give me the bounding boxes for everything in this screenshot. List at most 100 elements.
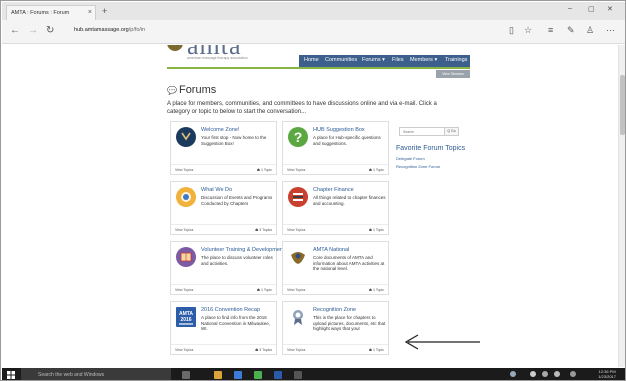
view-topics-link[interactable]: View Topics bbox=[287, 228, 305, 232]
search-input[interactable] bbox=[400, 128, 444, 135]
forum-footer: View Topics ☗ 3 Topics bbox=[171, 224, 276, 234]
browser-tab[interactable]: AMTA : Forums : Forum × bbox=[6, 5, 96, 20]
hub-menu-icon[interactable]: ≡ bbox=[548, 25, 553, 35]
forum-title[interactable]: Welcome Zone! bbox=[201, 127, 239, 133]
browser-window: AMTA : Forums : Forum × + – ▢ ✕ ← → ↻ hu… bbox=[0, 0, 626, 381]
forum-card-what-we-do[interactable]: What We Do Discussion of Events and Prog… bbox=[170, 181, 277, 235]
reading-view-icon[interactable]: ▯ bbox=[509, 25, 514, 36]
amta-emblem-icon bbox=[288, 247, 308, 267]
favorite-topic-link[interactable]: Delegate Forum bbox=[396, 156, 425, 161]
taskbar-clock[interactable]: 12:36 PM 1/23/2017 bbox=[598, 369, 616, 379]
edge-browser-icon[interactable] bbox=[234, 371, 242, 379]
forum-description: A place for Hub-specific questions and s… bbox=[313, 135, 381, 146]
logo-subtitle: american massage therapy association bbox=[187, 56, 248, 60]
volume-tray-icon[interactable] bbox=[542, 371, 548, 377]
view-streams-button[interactable]: View Streams bbox=[436, 70, 470, 78]
forum-footer: View Topics ☗ 3 Topics bbox=[171, 344, 276, 354]
forum-description: The place to discuss volunteer roles and… bbox=[201, 255, 273, 266]
minimize-button[interactable]: – bbox=[568, 5, 572, 12]
page-scrollbar[interactable] bbox=[618, 45, 625, 367]
close-tab-icon[interactable]: × bbox=[88, 6, 92, 20]
topic-count: ☗ 3 Topics bbox=[255, 348, 272, 352]
forum-card-chapter-finance[interactable]: Chapter Finance All things related to ch… bbox=[282, 181, 389, 235]
windows-taskbar: Search the web and Windows 12:36 PM 1/23… bbox=[2, 368, 625, 380]
forum-card-volunteer-training[interactable]: Volunteer Training & Development The pla… bbox=[170, 241, 284, 295]
forum-title[interactable]: 2016 Convention Recap bbox=[201, 307, 260, 313]
browser-toolbar: ← → ↻ hub.amtamassage.org/p/fo/in ▯ ☆ ≡ … bbox=[2, 20, 625, 44]
windows-start-icon[interactable] bbox=[7, 371, 15, 379]
store-icon[interactable] bbox=[254, 371, 262, 379]
view-topics-link[interactable]: View Topics bbox=[287, 348, 305, 352]
word-icon[interactable] bbox=[274, 371, 282, 379]
forum-card-welcome-zone[interactable]: Welcome Zone! Your first stop - Now home… bbox=[170, 121, 277, 175]
topic-count: ☗ 1 Topic bbox=[256, 288, 272, 292]
forum-description: Core documents of AMTA and information a… bbox=[313, 255, 385, 272]
view-topics-link[interactable]: View Topics bbox=[175, 288, 193, 292]
close-window-button[interactable]: ✕ bbox=[607, 5, 613, 13]
forum-title[interactable]: AMTA National bbox=[313, 247, 349, 253]
topic-count: ☗ 1 Topic bbox=[256, 168, 272, 172]
comments-icon: 💬 bbox=[167, 86, 177, 95]
address-path: /p/fo/in bbox=[128, 27, 146, 33]
forum-description: All things related to chapter finances a… bbox=[313, 195, 386, 206]
tab-bar: AMTA : Forums : Forum × + – ▢ ✕ bbox=[2, 2, 625, 20]
forum-card-suggestion-box[interactable]: ? HUB Suggestion Box A place for Hub-spe… bbox=[282, 121, 389, 175]
task-view-icon[interactable] bbox=[182, 371, 190, 379]
people-tray-icon[interactable] bbox=[510, 371, 516, 377]
nav-members[interactable]: Members ▾ bbox=[410, 57, 437, 63]
forum-footer: View Topics ☗ 1 Topic bbox=[171, 164, 276, 174]
address-bar[interactable]: hub.amtamassage.org/p/fo/in bbox=[74, 27, 145, 33]
welcome-emblem-icon bbox=[176, 127, 196, 147]
svg-text:2016: 2016 bbox=[180, 317, 191, 323]
forum-title[interactable]: What We Do bbox=[201, 187, 232, 193]
page-title: 💬 Forums bbox=[167, 84, 216, 96]
view-topics-link[interactable]: View Topics bbox=[287, 168, 305, 172]
refresh-icon[interactable]: ↻ bbox=[46, 25, 54, 36]
question-mark-icon: ? bbox=[288, 127, 308, 147]
nav-trainings[interactable]: Trainings bbox=[445, 57, 467, 63]
forum-title[interactable]: Chapter Finance bbox=[313, 187, 354, 193]
battery-tray-icon[interactable] bbox=[554, 371, 560, 377]
new-tab-button[interactable]: + bbox=[102, 6, 107, 16]
nav-communities[interactable]: Communities bbox=[325, 57, 357, 63]
scrollbar-thumb[interactable] bbox=[620, 75, 625, 135]
nav-divider bbox=[167, 67, 470, 69]
ribbon-icon bbox=[176, 187, 196, 207]
nav-home[interactable]: Home bbox=[304, 57, 319, 63]
view-topics-link[interactable]: View Topics bbox=[287, 288, 305, 292]
forum-title[interactable]: Recognition Zone bbox=[313, 307, 356, 313]
maximize-button[interactable]: ▢ bbox=[588, 5, 595, 13]
forum-footer: View Topics ☗ 1 Topic bbox=[283, 224, 388, 234]
favorite-topic-link[interactable]: Recognition Zone Forum bbox=[396, 164, 440, 169]
favorite-star-icon[interactable]: ☆ bbox=[524, 25, 532, 36]
forward-arrow-icon[interactable]: → bbox=[28, 25, 38, 36]
pinned-app-icon[interactable] bbox=[294, 371, 302, 379]
forum-card-amta-national[interactable]: AMTA National Core documents of AMTA and… bbox=[282, 241, 389, 295]
topic-count: ☗ 1 Topic bbox=[368, 168, 384, 172]
page-intro: A place for members, communities, and co… bbox=[167, 101, 437, 115]
more-menu-icon[interactable]: ⋯ bbox=[606, 25, 615, 36]
web-note-icon[interactable]: ✎ bbox=[567, 25, 575, 36]
forum-card-recognition-zone[interactable]: Recognition Zone This is the place for c… bbox=[282, 301, 389, 355]
forum-description: Your first stop - Now home to the Sugges… bbox=[201, 135, 267, 146]
taskbar-search-text: Search the web and Windows bbox=[38, 372, 105, 378]
back-arrow-icon[interactable]: ← bbox=[10, 25, 20, 36]
notifications-tray-icon[interactable] bbox=[570, 371, 576, 377]
nav-files[interactable]: Files bbox=[392, 57, 404, 63]
forum-title[interactable]: Volunteer Training & Development bbox=[201, 247, 284, 253]
amta-2016-badge-icon: AMTA 2016 bbox=[176, 307, 196, 327]
forum-title[interactable]: HUB Suggestion Box bbox=[313, 127, 365, 133]
share-icon[interactable]: ♙ bbox=[586, 25, 594, 36]
clock-date: 1/23/2017 bbox=[598, 374, 616, 379]
network-tray-icon[interactable] bbox=[530, 371, 536, 377]
view-topics-link[interactable]: View Topics bbox=[175, 168, 193, 172]
annotation-arrow bbox=[404, 334, 480, 350]
view-topics-link[interactable]: View Topics bbox=[175, 348, 193, 352]
nav-forums[interactable]: Forums ▾ bbox=[362, 57, 385, 63]
taskbar-search[interactable]: Search the web and Windows bbox=[21, 368, 171, 380]
file-explorer-icon[interactable] bbox=[214, 371, 222, 379]
forum-card-2016-convention[interactable]: AMTA 2016 2016 Convention Recap A place t… bbox=[170, 301, 277, 355]
amta-logo[interactable]: amta american massage therapy associatio… bbox=[167, 45, 307, 67]
view-topics-link[interactable]: View Topics bbox=[175, 228, 193, 232]
search-button[interactable]: Q Go bbox=[444, 128, 458, 135]
